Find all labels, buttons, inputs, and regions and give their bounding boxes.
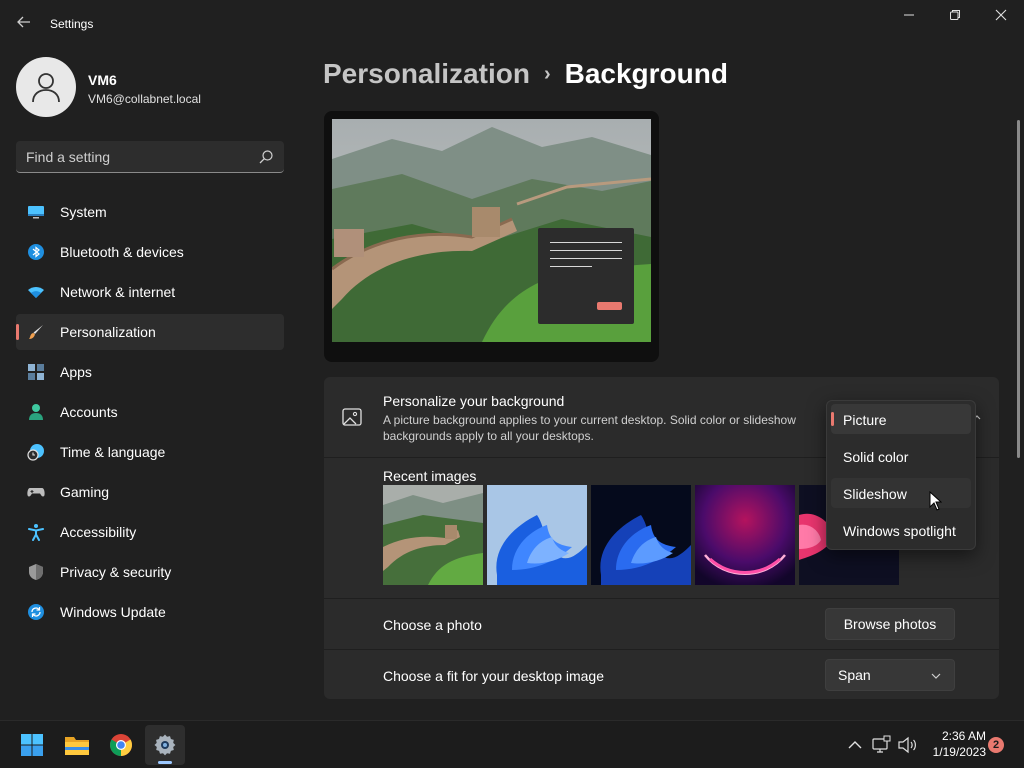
sidebar-item-personalization[interactable]: Personalization xyxy=(16,314,284,350)
app-title: Settings xyxy=(50,17,94,31)
shield-icon xyxy=(29,564,43,580)
breadcrumb-separator: › xyxy=(543,63,551,85)
chevron-up-icon[interactable] xyxy=(845,735,865,755)
clock-time: 2:36 AM xyxy=(941,729,986,743)
gamepad-icon xyxy=(27,488,45,497)
vertical-scrollbar[interactable] xyxy=(1017,120,1020,458)
recent-images-label: Recent images xyxy=(383,468,477,484)
dropdown-option-windows-spotlight[interactable]: Windows spotlight xyxy=(831,515,971,545)
desktop-preview xyxy=(324,111,659,362)
minimize-button[interactable] xyxy=(886,0,932,32)
search-input[interactable] xyxy=(26,141,256,172)
person-icon xyxy=(32,73,60,103)
bluetooth-icon xyxy=(28,244,44,260)
background-type-dropdown-menu[interactable]: Picture Solid color Slideshow Windows sp… xyxy=(826,400,976,550)
settings-gear-icon xyxy=(154,734,176,756)
choose-photo-label: Choose a photo xyxy=(383,617,482,633)
sidebar-item-label: Gaming xyxy=(60,484,110,500)
personalize-background-title: Personalize your background xyxy=(383,393,565,409)
dropdown-option-label: Solid color xyxy=(843,449,909,465)
windows-start-icon xyxy=(21,734,43,756)
sidebar-item-apps[interactable]: Apps xyxy=(16,354,284,390)
fit-label: Choose a fit for your desktop image xyxy=(383,668,605,684)
wifi-icon xyxy=(28,287,44,298)
dropdown-option-slideshow[interactable]: Slideshow xyxy=(831,478,971,508)
taskbar-clock[interactable]: 2:36 AM 1/19/2023 xyxy=(920,728,986,760)
person-icon xyxy=(29,404,43,420)
user-email: VM6@collabnet.local xyxy=(88,92,201,106)
volume-icon[interactable] xyxy=(897,735,917,755)
sidebar-item-privacy[interactable]: Privacy & security xyxy=(16,554,284,590)
sidebar-item-network[interactable]: Network & internet xyxy=(16,274,284,310)
sidebar-item-time-language[interactable]: Time & language xyxy=(16,434,284,470)
chrome-button[interactable] xyxy=(101,725,141,765)
chrome-icon xyxy=(110,734,132,756)
accessibility-icon xyxy=(28,524,44,541)
user-name: VM6 xyxy=(88,72,117,88)
dropdown-option-label: Picture xyxy=(843,412,887,428)
apps-icon xyxy=(28,364,44,380)
sidebar-item-accounts[interactable]: Accounts xyxy=(16,394,284,430)
sidebar-item-gaming[interactable]: Gaming xyxy=(16,474,284,510)
breadcrumb: Personalization › Background xyxy=(323,58,728,94)
clock-globe-icon xyxy=(27,444,44,461)
file-explorer-icon xyxy=(65,737,89,755)
personalize-background-description: A picture background applies to your cur… xyxy=(383,413,796,443)
search-icon[interactable] xyxy=(258,149,274,165)
fit-dropdown-value: Span xyxy=(838,667,871,683)
sidebar-item-label: Network & internet xyxy=(60,284,176,300)
sidebar-item-label: Windows Update xyxy=(60,604,166,620)
dropdown-option-label: Slideshow xyxy=(843,486,907,502)
chevron-down-icon xyxy=(931,673,941,679)
file-explorer-button[interactable] xyxy=(57,725,97,765)
recent-image-great-wall[interactable] xyxy=(383,485,483,585)
recent-image-blue-bloom-dark[interactable] xyxy=(591,485,691,585)
search-box[interactable] xyxy=(16,141,284,173)
close-button[interactable] xyxy=(978,0,1024,32)
sidebar-item-accessibility[interactable]: Accessibility xyxy=(16,514,284,550)
recent-image-purple-glow[interactable] xyxy=(695,485,795,585)
taskbar: 2:36 AM 1/19/2023 2 xyxy=(0,720,1024,768)
notification-badge[interactable]: 2 xyxy=(988,737,1004,753)
clock-date: 1/19/2023 xyxy=(932,745,986,759)
breadcrumb-parent[interactable]: Personalization xyxy=(323,58,530,89)
dropdown-option-label: Windows spotlight xyxy=(843,523,956,539)
dropdown-option-solid-color[interactable]: Solid color xyxy=(831,441,971,471)
start-button[interactable] xyxy=(12,725,52,765)
image-icon xyxy=(342,408,362,426)
page-title: Background xyxy=(564,58,728,89)
sidebar-item-label: Bluetooth & devices xyxy=(60,244,184,260)
network-icon[interactable] xyxy=(871,735,891,755)
sidebar-item-bluetooth[interactable]: Bluetooth & devices xyxy=(16,234,284,270)
sidebar-item-windows-update[interactable]: Windows Update xyxy=(16,594,284,630)
sidebar-item-label: Accounts xyxy=(60,404,118,420)
browse-photos-button[interactable]: Browse photos xyxy=(825,608,955,640)
sidebar-item-label: Accessibility xyxy=(60,524,137,540)
maximize-button[interactable] xyxy=(932,0,978,32)
avatar[interactable] xyxy=(16,57,76,117)
sidebar-item-label: Personalization xyxy=(60,324,156,340)
sidebar-nav: System Bluetooth & devices Network & int… xyxy=(16,194,284,634)
sidebar-item-label: System xyxy=(60,204,107,220)
fit-dropdown[interactable]: Span xyxy=(825,659,955,691)
update-icon xyxy=(28,604,44,620)
paintbrush-icon xyxy=(29,325,43,339)
recent-image-blue-bloom-light[interactable] xyxy=(487,485,587,585)
monitor-icon xyxy=(28,206,44,219)
sidebar-item-label: Time & language xyxy=(60,444,166,460)
sidebar-item-label: Apps xyxy=(60,364,92,380)
back-arrow-icon[interactable] xyxy=(14,14,34,34)
title-bar: Settings xyxy=(0,0,1024,48)
sidebar-item-label: Privacy & security xyxy=(60,564,172,580)
dropdown-option-picture[interactable]: Picture xyxy=(831,404,971,434)
preview-window-mockup xyxy=(538,228,634,324)
settings-taskbar-button[interactable] xyxy=(145,725,185,765)
mouse-cursor-icon xyxy=(929,491,942,511)
sidebar-item-system[interactable]: System xyxy=(16,194,284,230)
